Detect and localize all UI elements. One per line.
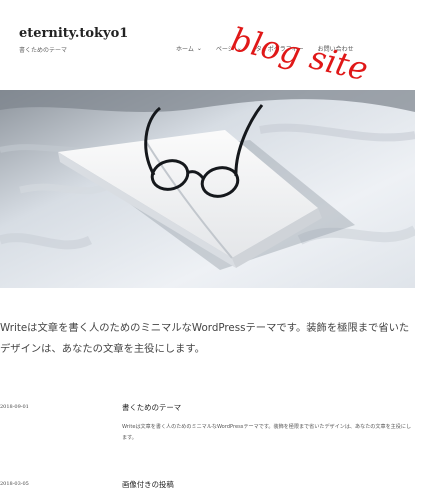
hero-photo-book-glasses <box>0 90 415 288</box>
post-title-link[interactable]: 画像付きの投稿 <box>122 479 174 490</box>
post-title-link[interactable]: 書くためのテーマ <box>122 402 181 413</box>
nav-item-label: ホーム <box>176 46 194 53</box>
post-excerpt: Writeは文章を書く人のためのミニマルなWordPressテーマです。装飾を極… <box>122 424 412 441</box>
post-date: 2018-03-05 <box>0 481 29 487</box>
post-date: 2018-09-01 <box>0 404 29 410</box>
site-intro: Writeは文章を書く人のためのミニマルなWordPressテーマです。装飾を極… <box>0 322 410 355</box>
site-title[interactable]: eternity.tokyo1 <box>19 26 128 41</box>
nav-item-home[interactable]: ホーム ⌄ <box>176 44 202 53</box>
hero-image <box>0 90 415 288</box>
site-tagline: 書くためのテーマ <box>19 47 68 54</box>
chevron-down-icon: ⌄ <box>196 45 202 52</box>
